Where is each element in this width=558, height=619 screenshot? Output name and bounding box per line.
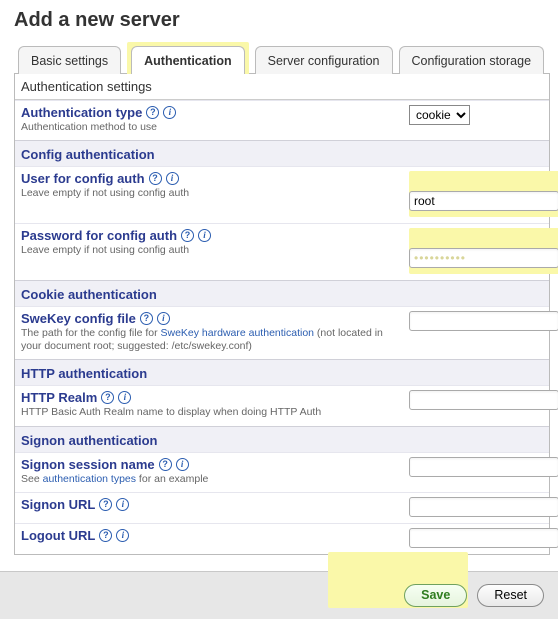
swekey-label: SweKey config file <box>21 311 136 326</box>
highlight-config-user <box>409 171 558 217</box>
auth-type-label: Authentication type <box>21 105 142 120</box>
highlight-config-pass <box>409 228 558 274</box>
auth-type-select[interactable]: cookie <box>409 105 470 125</box>
config-pass-label: Password for config auth <box>21 228 177 243</box>
auth-type-hint: Authentication method to use <box>21 121 391 134</box>
tab-server-configuration[interactable]: Server configuration <box>255 46 393 74</box>
row-logout-url: Logout URL <box>15 523 549 554</box>
swekey-input[interactable] <box>409 311 558 331</box>
page-title: Add a new server <box>14 9 550 32</box>
signon-url-input[interactable] <box>409 497 558 517</box>
swekey-link[interactable]: SweKey hardware authentication <box>161 327 315 339</box>
settings-panel: Authentication settings Authentication t… <box>14 73 550 555</box>
signon-session-label: Signon session name <box>21 457 155 472</box>
config-pass-input[interactable] <box>409 248 558 268</box>
row-auth-type: Authentication type Authentication metho… <box>15 100 549 140</box>
section-http-auth: HTTP authentication <box>15 359 549 385</box>
signon-url-label: Signon URL <box>21 497 95 512</box>
config-user-label: User for config auth <box>21 171 145 186</box>
config-user-input[interactable] <box>409 191 558 211</box>
logout-url-label: Logout URL <box>21 528 95 543</box>
help-icon[interactable] <box>99 529 112 542</box>
row-swekey: SweKey config file The path for the conf… <box>15 306 549 359</box>
http-realm-input[interactable] <box>409 390 558 410</box>
help-icon[interactable] <box>101 391 114 404</box>
row-config-pass: Password for config auth Leave empty if … <box>15 223 549 280</box>
panel-title: Authentication settings <box>15 74 549 100</box>
tab-bar: Basic settings Authentication Server con… <box>14 46 550 74</box>
info-icon[interactable] <box>198 229 211 242</box>
tab-basic-settings[interactable]: Basic settings <box>18 46 121 74</box>
tab-configuration-storage[interactable]: Configuration storage <box>399 46 545 74</box>
help-icon[interactable] <box>181 229 194 242</box>
section-cookie-auth: Cookie authentication <box>15 280 549 306</box>
row-signon-session: Signon session name See authentication t… <box>15 452 549 492</box>
info-icon[interactable] <box>163 106 176 119</box>
help-icon[interactable] <box>99 498 112 511</box>
footer-bar: Save Reset <box>0 571 558 619</box>
info-icon[interactable] <box>166 172 179 185</box>
help-icon[interactable] <box>159 458 172 471</box>
info-icon[interactable] <box>116 498 129 511</box>
auth-types-link[interactable]: authentication types <box>43 473 136 485</box>
help-icon[interactable] <box>146 106 159 119</box>
info-icon[interactable] <box>176 458 189 471</box>
http-realm-hint: HTTP Basic Auth Realm name to display wh… <box>21 406 391 419</box>
save-button[interactable]: Save <box>404 584 467 607</box>
signon-session-hint: See authentication types for an example <box>21 473 391 486</box>
section-config-auth: Config authentication <box>15 140 549 166</box>
info-icon[interactable] <box>118 391 131 404</box>
reset-button[interactable]: Reset <box>477 584 544 607</box>
http-realm-label: HTTP Realm <box>21 390 97 405</box>
row-signon-url: Signon URL <box>15 492 549 523</box>
info-icon[interactable] <box>116 529 129 542</box>
tab-authentication[interactable]: Authentication <box>131 46 245 74</box>
row-http-realm: HTTP Realm HTTP Basic Auth Realm name to… <box>15 385 549 425</box>
section-signon-auth: Signon authentication <box>15 426 549 452</box>
info-icon[interactable] <box>157 312 170 325</box>
help-icon[interactable] <box>140 312 153 325</box>
help-icon[interactable] <box>149 172 162 185</box>
config-user-hint: Leave empty if not using config auth <box>21 187 391 200</box>
logout-url-input[interactable] <box>409 528 558 548</box>
row-config-user: User for config auth Leave empty if not … <box>15 166 549 223</box>
highlight-auth-tab: Authentication <box>127 42 249 74</box>
config-pass-hint: Leave empty if not using config auth <box>21 244 391 257</box>
swekey-hint: The path for the config file for SweKey … <box>21 327 391 353</box>
signon-session-input[interactable] <box>409 457 558 477</box>
